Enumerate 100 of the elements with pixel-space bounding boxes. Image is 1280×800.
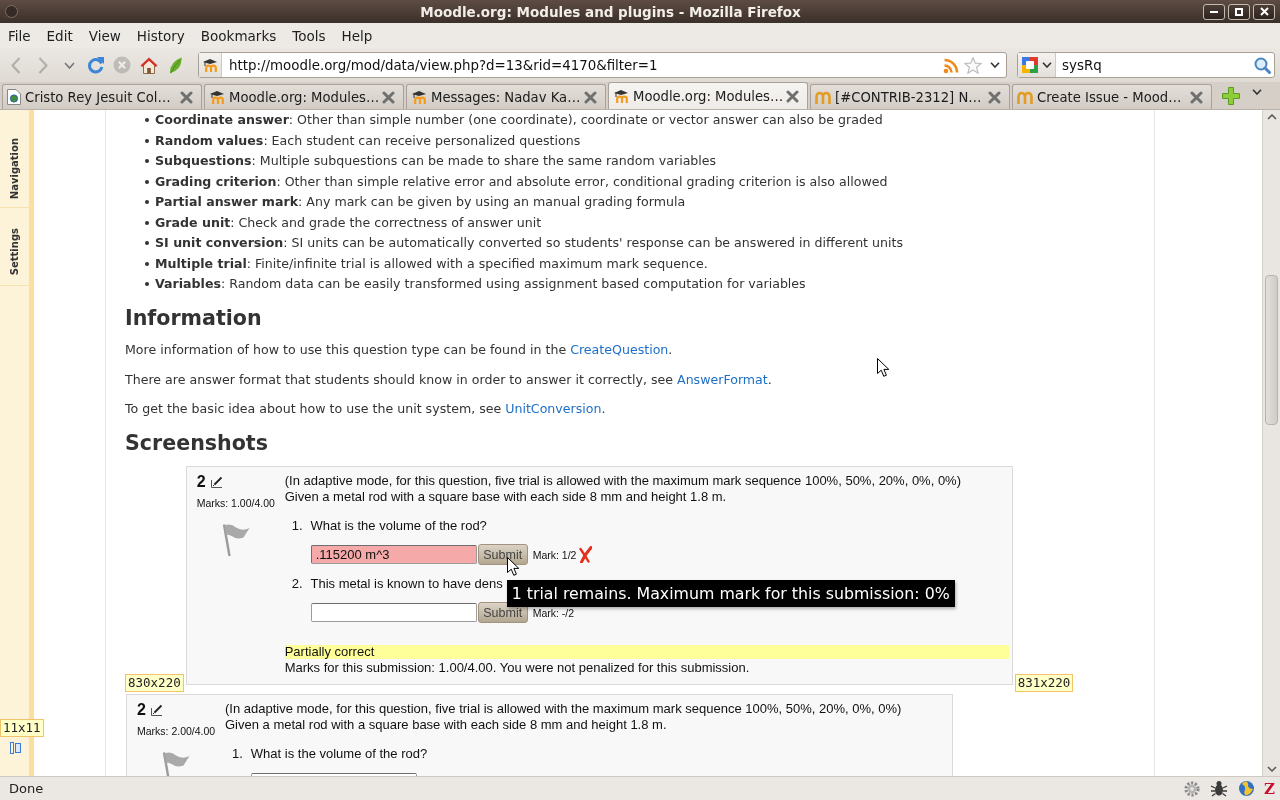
submit-button[interactable]: Submit [477,544,528,565]
search-engine-button[interactable] [1018,53,1056,77]
moodle-icon [411,89,427,105]
cursor-icon [506,557,520,576]
addon-logo[interactable]: Z [1264,779,1275,798]
tooltip: 1 trial remains. Maximum mark for this submission: 0% [506,580,955,607]
size-label: 831x220 [1014,674,1074,692]
bullet-icon [145,261,149,266]
menu-item[interactable]: Edit [38,27,81,44]
maximize-icon [1235,7,1243,16]
question-text: (In adaptive mode, for this question, five trial is allowed with the maximum mark sequence 100%, 50%, 20%, 0%, 0%) [284,473,961,488]
paragraph: More information of how to use this question type can be found in the CreateQuestion. [125,341,673,359]
close-icon[interactable] [988,90,1001,104]
leaf-icon[interactable] [168,56,182,74]
cross-icon [579,546,593,563]
moodle-icon [202,57,218,73]
plus-icon[interactable] [1222,87,1240,105]
close-icon[interactable] [382,90,395,104]
dock-tab[interactable]: Settings [9,227,20,276]
close-icon [1259,7,1269,16]
question-prompt: What is the volume of the rod? [310,518,487,534]
window-title: Moodle.org: Modules and plugins - Mozilla Firefox [420,3,801,20]
caret-icon[interactable] [1252,89,1262,95]
minimize-icon [1210,10,1218,13]
answer-field[interactable] [310,603,477,622]
menu-item[interactable]: Bookmarks [192,27,285,44]
close-icon[interactable] [1190,90,1203,104]
menu-item[interactable]: Tools [284,27,334,44]
list-number: 1. [291,518,303,534]
menu-item[interactable]: File [0,27,39,44]
bullet-icon [145,200,149,205]
menu-item[interactable]: History [128,27,193,44]
globe-icon[interactable] [1238,780,1256,797]
cursor-icon [877,358,890,377]
search-field[interactable]: sysRq [1017,52,1275,78]
bullet-icon [145,179,149,184]
paragraph: There are answer format that students should know in order to answer it correctly, see AnswerFormat. [125,370,772,389]
moodle-icon [815,90,831,104]
tab[interactable]: Create Issue - Mood… [1012,84,1212,109]
gear-icon[interactable] [1184,780,1201,797]
home-icon[interactable] [139,56,158,74]
bullet-icon [145,159,149,164]
dock-tab[interactable]: Navigation [9,137,20,200]
section-heading: Screenshots [125,430,268,456]
question-text: (In adaptive mode, for this question, five trial is allowed with the maximum mark sequence 100%, 50%, 20%, 0%, 0%) [225,701,902,716]
rss-icon[interactable] [943,56,960,74]
size-label: 11x11 [0,719,44,737]
pencil-icon[interactable] [150,704,163,716]
page-icon [7,89,21,105]
reload-icon[interactable] [86,56,105,74]
menu-item[interactable]: Help [333,27,381,44]
search-icon[interactable] [1254,56,1271,74]
bullet-icon [145,282,149,287]
scrollbar[interactable] [1262,110,1280,776]
close-button[interactable] [1253,3,1275,20]
feature-text: Grade unit: Check and grade the correctness of answer unit [155,213,542,232]
caret-icon[interactable] [1042,62,1052,68]
paragraph: To get the basic idea about how to use the unit system, see UnitConversion. [125,400,606,418]
url-field[interactable]: http://moodle.org/mod/data/view.php?d=13&rid=4170&filter=1 [198,52,1007,78]
scrollbar-thumb[interactable] [1265,275,1278,425]
feature-text: SI unit conversion: SI units can be automatically converted so students' response can be answered in different units [155,234,903,252]
tab[interactable]: Messages: Nadav Ka… [406,84,606,109]
flag-icon[interactable] [221,523,250,557]
feature-text: Random values: Each student can receive personalized questions [155,131,581,150]
close-icon[interactable] [584,90,597,104]
scroll-up-icon[interactable] [1266,114,1277,120]
question-number: 2 [196,473,206,491]
minimize-button[interactable] [1203,3,1225,20]
list-number: 1. [232,746,243,762]
star-icon[interactable] [964,56,982,74]
tab[interactable]: Moodle.org: Modules… [608,82,808,109]
size-label: 830x220 [125,674,184,692]
feature-text: Partial answer mark: Any mark can be given by using an manual grading formula [155,193,686,211]
tab[interactable]: Cristo Rey Jesuit Col… [2,84,202,109]
feature-text: Grading criterion: Other than simple relative error and absolute error, conditional grading criterion is also allowed [155,172,888,191]
bullet-icon [145,220,149,225]
pencil-icon[interactable] [210,476,223,488]
feedback-text: Marks for this submission: 1.00/4.00. You were not penalized for this submission. [284,660,750,675]
link[interactable]: AnswerFormat [677,371,768,387]
mark-label: Mark: -/2 [532,606,575,619]
question-prompt: This metal is known to have dens [310,576,503,592]
caret-icon[interactable] [990,62,1000,68]
bug-icon[interactable] [1210,780,1229,797]
feedback-state: Partially correct [284,645,1009,659]
feature-text: Subquestions: Multiple subquestions can be made to share the same random variables [155,152,717,170]
flag-icon[interactable] [162,751,190,776]
section-heading: Information [125,305,262,331]
maximize-button[interactable] [1228,3,1250,20]
moodle-icon [1017,90,1033,104]
window-menu-icon[interactable] [5,5,18,18]
scroll-down-icon[interactable] [1266,766,1277,772]
tab[interactable]: Moodle.org: Modules… [204,84,404,109]
moodle-icon [613,88,629,104]
answer-field[interactable]: .115200 m^3 [310,545,477,564]
menu-item[interactable]: View [80,27,129,44]
close-icon[interactable] [786,89,799,103]
close-icon[interactable] [180,90,193,104]
tab[interactable]: [#CONTRIB-2312] N… [810,84,1010,109]
moodle-icon [209,89,225,105]
feature-text: Variables: Random data can be easily transformed using assignment based computation for variables [155,275,806,293]
